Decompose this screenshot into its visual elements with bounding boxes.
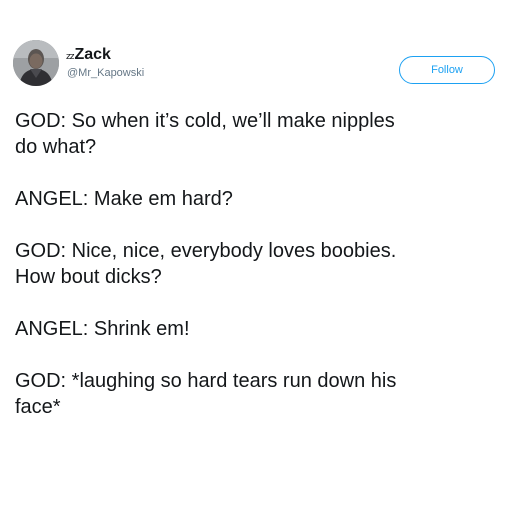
follow-button[interactable]: Follow xyxy=(399,56,495,84)
user-handle[interactable]: @Mr_Kapowski xyxy=(67,67,144,80)
tweet-paragraph: ANGEL: Make em hard? xyxy=(15,188,233,210)
tweet-text: GOD: So when it’s cold, we’ll make nippl… xyxy=(15,108,510,446)
avatar[interactable] xyxy=(13,40,59,86)
tweet-paragraph: GOD: Nice, nice, everybody loves boobies… xyxy=(15,240,397,288)
tweet-paragraph: ANGEL: Shrink em! xyxy=(15,318,190,340)
author-name-row: zz Zack xyxy=(66,44,111,64)
tweet-paragraph: GOD: *laughing so hard tears run down hi… xyxy=(15,370,397,418)
sleep-emoji-icon: zz xyxy=(66,52,75,62)
tweet-paragraph: GOD: So when it’s cold, we’ll make nippl… xyxy=(15,110,395,158)
tweet-card: zz Zack @Mr_Kapowski Follow GOD: So when… xyxy=(0,0,520,520)
display-name[interactable]: Zack xyxy=(74,46,110,64)
user-photo-avatar-icon xyxy=(13,40,59,86)
